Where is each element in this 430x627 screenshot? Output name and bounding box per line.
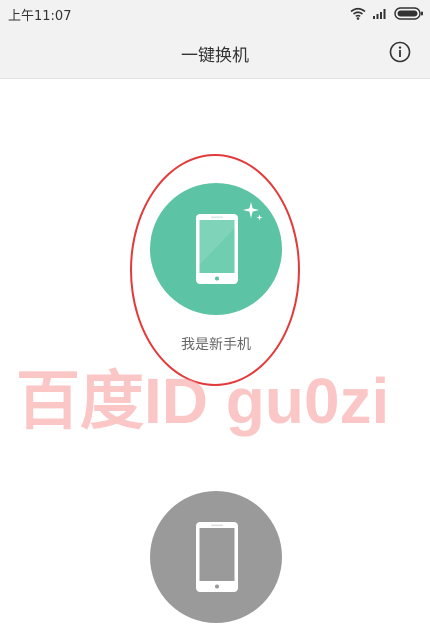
new-phone-label: 我是新手机 (181, 337, 251, 353)
sparkle-icon (243, 202, 263, 221)
page-title: 一键换机 (181, 46, 249, 66)
status-bar: 上午11:07 (0, 0, 430, 28)
status-time: 上午11:07 (8, 9, 72, 24)
title-bar: 一键换机 (0, 28, 430, 79)
new-phone-option[interactable]: 我是新手机 (120, 183, 312, 358)
status-icons (350, 5, 424, 21)
wifi-icon (350, 7, 366, 20)
new-phone-circle (150, 183, 282, 315)
signal-icon (373, 8, 386, 19)
battery-icon (394, 6, 423, 20)
old-phone-circle (150, 491, 282, 623)
phone-icon (196, 522, 238, 592)
watermark: 百度ID gu0zi (16, 365, 390, 437)
info-icon (389, 41, 411, 63)
old-phone-option[interactable] (120, 491, 312, 623)
info-button[interactable] (389, 41, 411, 63)
